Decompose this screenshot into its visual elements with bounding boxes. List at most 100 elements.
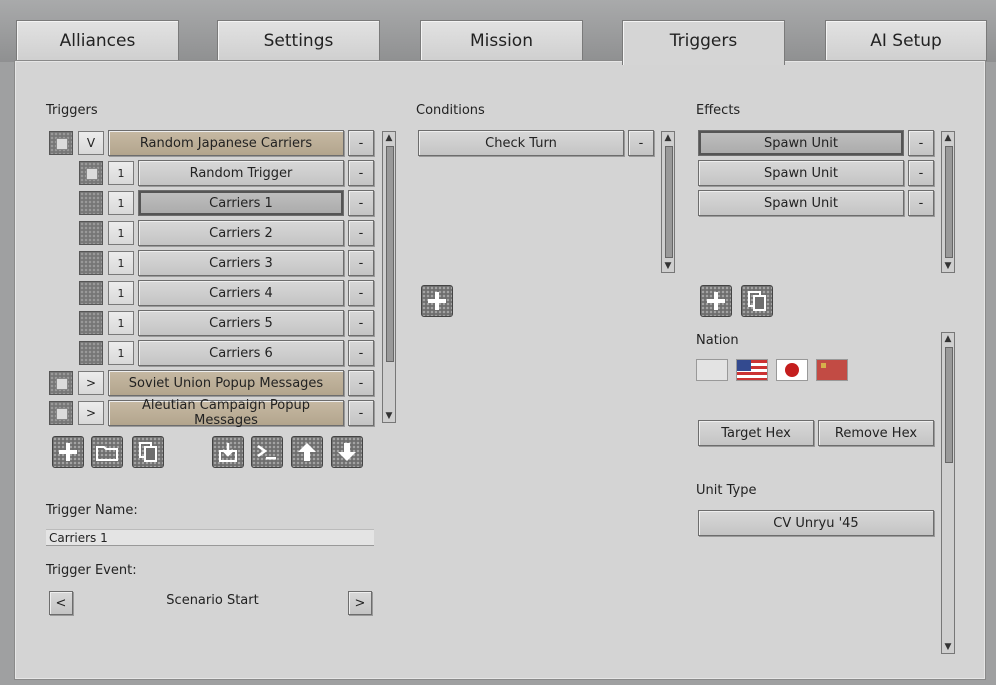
effects-scrollbar[interactable]: ▲ ▼ xyxy=(941,131,955,273)
trigger-item[interactable]: Carriers 4 xyxy=(138,280,344,306)
scroll-down-icon[interactable]: ▼ xyxy=(942,260,954,272)
remove-condition-button[interactable]: - xyxy=(628,130,654,156)
tab-settings[interactable]: Settings xyxy=(217,20,380,61)
remove-effect-button[interactable]: - xyxy=(908,190,934,216)
effect-item[interactable]: Spawn Unit xyxy=(698,160,904,186)
event-prev-button[interactable]: < xyxy=(49,591,73,615)
trigger-item[interactable]: Random Trigger xyxy=(138,160,344,186)
effect-item[interactable]: Spawn Unit xyxy=(698,190,904,216)
trigger-count[interactable]: 1 xyxy=(108,191,134,215)
trigger-group-item[interactable]: Random Japanese Carriers xyxy=(108,130,344,156)
move-up-button[interactable] xyxy=(291,436,323,468)
condition-item[interactable]: Check Turn xyxy=(418,130,624,156)
trigger-count[interactable]: 1 xyxy=(108,251,134,275)
trigger-checkbox[interactable] xyxy=(49,131,73,155)
remove-trigger-button[interactable]: - xyxy=(348,370,374,396)
scroll-up-icon[interactable]: ▲ xyxy=(942,333,954,345)
scroll-up-icon[interactable]: ▲ xyxy=(662,132,674,144)
remove-trigger-button[interactable]: - xyxy=(348,250,374,276)
move-down-button[interactable] xyxy=(331,436,363,468)
trigger-checkbox[interactable] xyxy=(49,401,73,425)
effects-heading: Effects xyxy=(696,103,741,118)
trigger-count[interactable]: 1 xyxy=(108,221,134,245)
flag-japan-icon[interactable] xyxy=(776,359,808,381)
remove-hex-button[interactable]: Remove Hex xyxy=(818,420,934,446)
remove-trigger-button[interactable]: - xyxy=(348,340,374,366)
flag-neutral-icon[interactable] xyxy=(696,359,728,381)
trigger-checkbox[interactable] xyxy=(79,161,103,185)
trigger-checkbox[interactable] xyxy=(79,221,103,245)
trigger-item[interactable]: Carriers 5 xyxy=(138,310,344,336)
remove-trigger-button[interactable]: - xyxy=(348,400,374,426)
scroll-thumb[interactable] xyxy=(945,347,953,463)
copy-icon xyxy=(748,291,766,311)
trigger-checkbox[interactable] xyxy=(79,311,103,335)
remove-trigger-button[interactable]: - xyxy=(348,280,374,306)
scroll-thumb[interactable] xyxy=(665,146,673,258)
add-condition-button[interactable] xyxy=(421,285,453,317)
trigger-count[interactable]: 1 xyxy=(108,341,134,365)
scroll-down-icon[interactable]: ▼ xyxy=(662,260,674,272)
scroll-up-icon[interactable]: ▲ xyxy=(942,132,954,144)
unit-type-label: Unit Type xyxy=(696,483,757,498)
triggers-heading: Triggers xyxy=(46,103,98,118)
trigger-event-label: Trigger Event: xyxy=(46,563,137,578)
trigger-count[interactable]: 1 xyxy=(108,281,134,305)
flag-soviet-icon[interactable] xyxy=(816,359,848,381)
target-hex-button[interactable]: Target Hex xyxy=(698,420,814,446)
effect-item-selected[interactable]: Spawn Unit xyxy=(698,130,904,156)
remove-trigger-button[interactable]: - xyxy=(348,310,374,336)
expand-toggle[interactable]: > xyxy=(78,371,104,395)
scroll-up-icon[interactable]: ▲ xyxy=(383,132,395,144)
tab-alliances[interactable]: Alliances xyxy=(16,20,179,61)
unit-type-selector[interactable]: CV Unryu '45 xyxy=(698,510,934,536)
trigger-checkbox[interactable] xyxy=(79,251,103,275)
remove-effect-button[interactable]: - xyxy=(908,160,934,186)
add-folder-button[interactable] xyxy=(91,436,123,468)
remove-effect-button[interactable]: - xyxy=(908,130,934,156)
trigger-item-selected[interactable]: Carriers 1 xyxy=(138,190,344,216)
trigger-group-item[interactable]: Soviet Union Popup Messages xyxy=(108,370,344,396)
conditions-heading: Conditions xyxy=(416,103,485,118)
collapse-toggle[interactable]: V xyxy=(78,131,104,155)
trigger-count[interactable]: 1 xyxy=(108,311,134,335)
copy-effect-button[interactable] xyxy=(741,285,773,317)
tab-mission[interactable]: Mission xyxy=(420,20,583,61)
trigger-checkbox[interactable] xyxy=(79,281,103,305)
expand-toggle[interactable]: > xyxy=(78,401,104,425)
trigger-name-label: Trigger Name: xyxy=(46,503,138,518)
trigger-item[interactable]: Carriers 2 xyxy=(138,220,344,246)
scroll-thumb[interactable] xyxy=(386,146,394,362)
trigger-checkbox[interactable] xyxy=(79,341,103,365)
trigger-group-item[interactable]: Aleutian Campaign Popup Messages xyxy=(108,398,344,428)
conditions-scrollbar[interactable]: ▲ ▼ xyxy=(661,131,675,273)
tab-ai-setup[interactable]: AI Setup xyxy=(825,20,987,61)
scroll-down-icon[interactable]: ▼ xyxy=(383,410,395,422)
triggers-scrollbar[interactable]: ▲ ▼ xyxy=(382,131,396,423)
add-effect-button[interactable] xyxy=(700,285,732,317)
trigger-name-input[interactable]: Carriers 1 xyxy=(46,529,374,546)
add-trigger-button[interactable] xyxy=(52,436,84,468)
trigger-count[interactable]: 1 xyxy=(108,161,134,185)
trigger-item[interactable]: Carriers 6 xyxy=(138,340,344,366)
trigger-checkbox[interactable] xyxy=(79,191,103,215)
remove-trigger-button[interactable]: - xyxy=(348,190,374,216)
import-button[interactable] xyxy=(212,436,244,468)
copy-icon xyxy=(139,442,157,462)
trigger-checkbox[interactable] xyxy=(49,371,73,395)
scroll-down-icon[interactable]: ▼ xyxy=(942,641,954,653)
trigger-item[interactable]: Carriers 3 xyxy=(138,250,344,276)
remove-trigger-button[interactable]: - xyxy=(348,130,374,156)
effect-details-scrollbar[interactable]: ▲ ▼ xyxy=(941,332,955,654)
nation-label: Nation xyxy=(696,333,739,348)
event-next-button[interactable]: > xyxy=(348,591,372,615)
terminal-icon xyxy=(257,444,276,460)
console-button[interactable] xyxy=(251,436,283,468)
remove-trigger-button[interactable]: - xyxy=(348,160,374,186)
arrow-up-icon xyxy=(298,443,316,461)
tab-triggers[interactable]: Triggers xyxy=(622,20,785,65)
copy-trigger-button[interactable] xyxy=(132,436,164,468)
flag-usa-icon[interactable] xyxy=(736,359,768,381)
remove-trigger-button[interactable]: - xyxy=(348,220,374,246)
scroll-thumb[interactable] xyxy=(945,146,953,258)
